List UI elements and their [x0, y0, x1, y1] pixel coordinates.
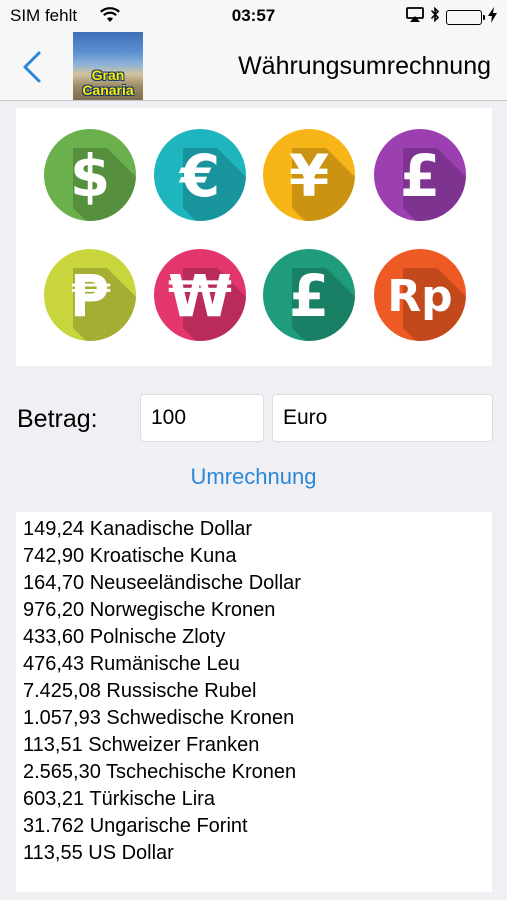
currency-select[interactable]: Euro — [272, 394, 493, 442]
back-button[interactable] — [20, 50, 44, 84]
results-list: 149,24 Kanadische Dollar 742,90 Kroatisch… — [16, 512, 492, 892]
result-line: 603,21 Türkische Lira — [23, 788, 215, 810]
charging-icon — [488, 6, 497, 28]
result-line: 476,43 Rumänische Leu — [23, 653, 240, 675]
logo-line2: Canaria — [82, 82, 134, 98]
currency-symbol: € — [178, 142, 220, 210]
battery-icon — [446, 9, 485, 25]
result-line: 149,24 Kanadische Dollar — [23, 518, 253, 540]
result-line: 7.425,08 Russische Rubel — [23, 680, 257, 702]
airplay-icon — [406, 6, 424, 28]
peso-icon: ₱ — [44, 249, 136, 341]
currency-symbol: Rp — [387, 271, 452, 322]
chevron-left-icon — [23, 51, 41, 83]
status-bar: SIM fehlt 03:57 — [0, 0, 507, 32]
result-line: 2.565,30 Tschechische Kronen — [23, 761, 297, 783]
result-line: 1.057,93 Schwedische Kronen — [23, 707, 295, 729]
bluetooth-icon — [430, 6, 440, 28]
yen-icon: ¥ — [263, 129, 355, 221]
amount-input[interactable]: 100 — [140, 394, 264, 442]
result-line: 31.762 Ungarische Forint — [23, 815, 248, 837]
gran-canaria-logo: Gran Canaria — [73, 32, 143, 100]
pound-icon: £ — [374, 129, 466, 221]
currency-symbol: ₩ — [168, 262, 232, 330]
result-line: 433,60 Polnische Zloty — [23, 626, 226, 648]
rupiah-icon: Rp — [374, 249, 466, 341]
euro-icon: € — [154, 129, 246, 221]
result-line: 113,55 US Dollar — [23, 842, 174, 864]
logo-line1: Gran — [91, 67, 125, 83]
convert-button[interactable]: Umrechnung — [0, 464, 507, 490]
navigation-bar: Gran Canaria Währungsumrechnung — [0, 32, 507, 101]
result-line: 976,20 Norwegische Kronen — [23, 599, 276, 621]
result-line: 164,70 Neuseeländische Dollar — [23, 572, 301, 594]
currency-symbol: £ — [400, 142, 440, 210]
result-line: 742,90 Kroatische Kuna — [23, 545, 237, 567]
currency-symbol: £ — [289, 262, 329, 330]
dollar-icon: $ — [44, 129, 136, 221]
pound-icon: £ — [263, 249, 355, 341]
currency-symbol: ¥ — [289, 142, 329, 210]
currency-icons-panel: $ € ¥ £ ₱ ₩ £ Rp — [16, 108, 492, 366]
currency-symbol: ₱ — [70, 262, 111, 330]
page-title: Währungsumrechnung — [238, 52, 491, 80]
result-line: 113,51 Schweizer Franken — [23, 734, 260, 756]
currency-symbol: $ — [70, 142, 110, 210]
won-icon: ₩ — [154, 249, 246, 341]
amount-label: Betrag: — [17, 405, 98, 433]
